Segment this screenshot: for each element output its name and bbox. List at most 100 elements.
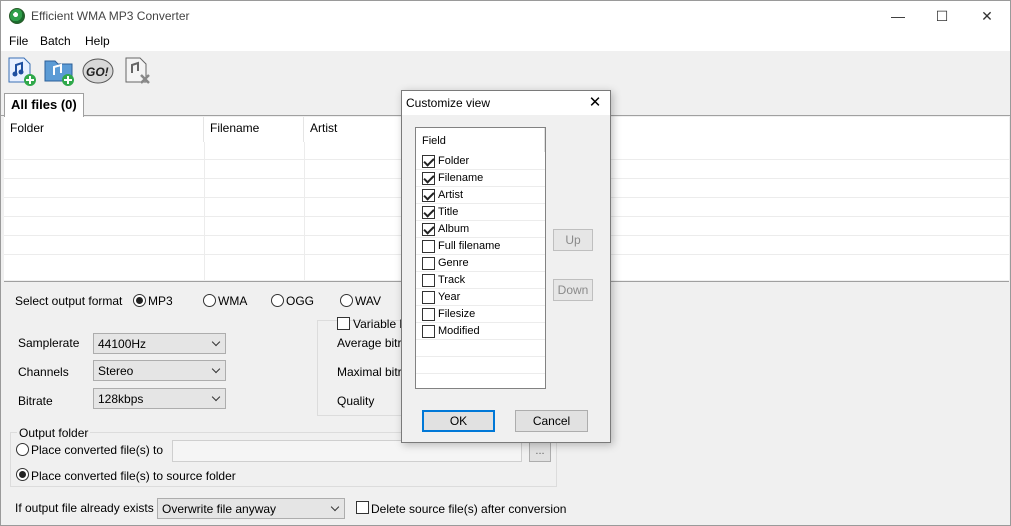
cancel-button[interactable]: Cancel — [515, 410, 588, 432]
radio-place-to[interactable] — [16, 443, 29, 456]
radio-place-source[interactable] — [16, 468, 29, 481]
radio-place-source-label: Place converted file(s) to source folder — [31, 469, 236, 483]
variable-bitrate-checkbox[interactable] — [337, 317, 350, 330]
output-folder-input[interactable] — [172, 440, 522, 462]
field-column-header[interactable]: Field — [416, 128, 545, 152]
field-row-folder[interactable]: Folder — [416, 153, 545, 170]
svg-text:GO!: GO! — [86, 65, 109, 79]
menu-help[interactable]: Help — [85, 34, 110, 48]
convert-go-button[interactable]: GO! — [81, 55, 114, 87]
dialog-title: Customize view — [406, 96, 491, 110]
field-checkbox[interactable] — [422, 189, 435, 202]
radio-wma-label: WMA — [218, 294, 248, 308]
bitrate-select[interactable]: 128kbps — [93, 388, 226, 409]
field-row-title[interactable]: Title — [416, 204, 545, 221]
field-checkbox[interactable] — [422, 308, 435, 321]
field-label: Track — [438, 274, 466, 286]
field-label: Filename — [438, 172, 484, 184]
field-row-filesize[interactable]: Filesize — [416, 306, 545, 323]
field-row-modified[interactable]: Modified — [416, 323, 545, 340]
channels-label: Channels — [18, 365, 69, 379]
move-down-button[interactable]: Down — [553, 279, 593, 301]
column-header-filename[interactable]: Filename — [204, 117, 304, 142]
channels-select[interactable]: Stereo — [93, 360, 226, 381]
field-row-empty — [416, 340, 545, 357]
field-checkbox[interactable] — [422, 240, 435, 253]
close-button[interactable]: ✕ — [964, 1, 1010, 31]
samplerate-select[interactable]: 44100Hz — [93, 333, 226, 354]
bitrate-value: 128kbps — [98, 392, 144, 406]
dialog-title-bar: Customize view ✕ — [402, 91, 610, 115]
radio-ogg[interactable] — [271, 294, 284, 307]
file-exists-select[interactable]: Overwrite file anyway — [157, 498, 345, 519]
radio-ogg-label: OGG — [286, 294, 315, 308]
go-convert-icon: GO! — [82, 58, 114, 84]
field-row-empty — [416, 357, 545, 374]
field-checkbox[interactable] — [422, 206, 435, 219]
file-exists-label: If output file already exists — [15, 501, 154, 515]
field-label: Full filename — [438, 240, 501, 252]
field-checkbox[interactable] — [422, 257, 435, 270]
field-checkbox[interactable] — [422, 291, 435, 304]
radio-wma[interactable] — [203, 294, 216, 307]
chevron-down-icon — [211, 337, 221, 347]
tab-all-files[interactable]: All files (0) — [4, 93, 84, 117]
samplerate-value: 44100Hz — [98, 337, 147, 351]
field-row-genre[interactable]: Genre — [416, 255, 545, 272]
app-logo-icon — [9, 8, 25, 24]
window-title: Efficient WMA MP3 Converter — [31, 9, 190, 23]
radio-mp3[interactable] — [133, 294, 146, 307]
samplerate-label: Samplerate — [18, 336, 80, 350]
bitrate-label: Bitrate — [18, 394, 53, 408]
dialog-close-button[interactable]: ✕ — [584, 92, 606, 114]
radio-wav[interactable] — [340, 294, 353, 307]
field-checkbox[interactable] — [422, 274, 435, 287]
field-checkbox[interactable] — [422, 155, 435, 168]
field-checkbox[interactable] — [422, 172, 435, 185]
menu-batch[interactable]: Batch — [40, 34, 71, 48]
radio-mp3-label: MP3 — [148, 294, 173, 308]
ok-button[interactable]: OK — [422, 410, 495, 432]
field-row-full-filename[interactable]: Full filename — [416, 238, 545, 255]
remove-file-icon — [125, 57, 150, 84]
field-label: Year — [438, 291, 461, 303]
field-label: Folder — [438, 155, 470, 167]
field-row-year[interactable]: Year — [416, 289, 545, 306]
field-label: Modified — [438, 325, 480, 337]
average-bitrate-label: Average bitra — [337, 336, 409, 350]
remove-file-button[interactable] — [121, 55, 153, 87]
column-header-artist[interactable]: Artist — [304, 117, 404, 142]
chevron-down-icon — [330, 502, 340, 512]
output-format-label: Select output format — [15, 294, 123, 308]
field-row-filename[interactable]: Filename — [416, 170, 545, 187]
field-row-track[interactable]: Track — [416, 272, 545, 289]
field-checkbox[interactable] — [422, 223, 435, 236]
browse-button[interactable]: ... — [529, 442, 551, 462]
field-label: Title — [438, 206, 459, 218]
field-checkbox[interactable] — [422, 325, 435, 338]
quality-label: Quality — [337, 394, 375, 408]
channels-value: Stereo — [98, 364, 134, 378]
customize-view-dialog: Customize view ✕ Field Folder Filename A… — [401, 90, 611, 443]
add-file-icon — [8, 57, 36, 86]
chevron-down-icon — [211, 364, 221, 374]
add-file-button[interactable] — [5, 55, 37, 87]
toolbar: GO! — [1, 51, 1010, 91]
maximize-button[interactable]: ☐ — [919, 1, 965, 31]
field-row-album[interactable]: Album — [416, 221, 545, 238]
field-label: Album — [438, 223, 470, 235]
minimize-button[interactable]: — — [875, 1, 921, 31]
radio-wav-label: WAV — [355, 294, 381, 308]
field-header-label: Field — [422, 135, 446, 147]
menu-bar: File Batch Help — [1, 31, 1010, 51]
field-list[interactable]: Field Folder Filename Artist Title Album — [415, 127, 546, 389]
delete-source-label: Delete source file(s) after conversion — [371, 502, 567, 516]
column-header-folder[interactable]: Folder — [4, 117, 204, 142]
delete-source-checkbox[interactable] — [356, 501, 369, 514]
move-up-button[interactable]: Up — [553, 229, 593, 251]
menu-file[interactable]: File — [9, 34, 28, 48]
field-label: Genre — [438, 257, 469, 269]
field-row-artist[interactable]: Artist — [416, 187, 545, 204]
field-label: Filesize — [438, 308, 476, 320]
add-folder-button[interactable] — [43, 55, 75, 87]
